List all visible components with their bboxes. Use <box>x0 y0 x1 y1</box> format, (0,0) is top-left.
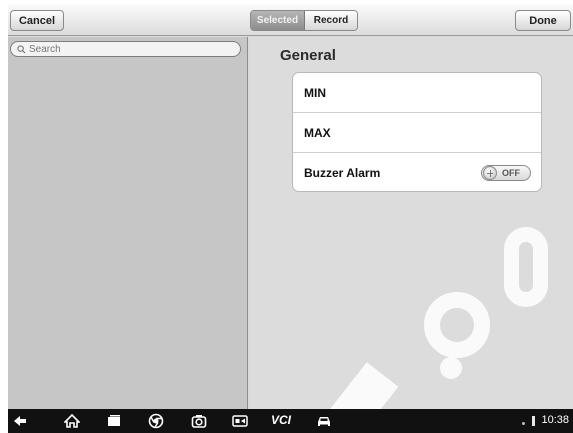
watermark-dot <box>440 357 462 379</box>
search-field[interactable] <box>10 41 241 57</box>
recent-apps-icon[interactable] <box>106 413 122 429</box>
camera-icon[interactable] <box>191 413 207 429</box>
watermark-circle <box>424 292 490 358</box>
watermark-stroke <box>504 227 548 307</box>
row-buzzer-alarm: Buzzer Alarm OFF <box>293 153 541 193</box>
clock: 10:38 <box>541 414 569 426</box>
toggle-state: OFF <box>502 168 520 178</box>
settings-card: MIN MAX Buzzer Alarm OFF <box>292 72 542 192</box>
tab-selected[interactable]: Selected <box>251 11 305 30</box>
signal-icon <box>532 416 535 426</box>
row-max[interactable]: MAX <box>293 113 541 153</box>
row-label: MAX <box>304 125 331 140</box>
segmented-control: Selected Record <box>250 10 358 31</box>
settings-pane: General MIN MAX Buzzer Alarm OFF <box>249 37 573 433</box>
row-min[interactable]: MIN <box>293 73 541 113</box>
android-nav-bar: VCI 10:38 <box>8 409 573 433</box>
vci-icon[interactable]: VCI <box>271 413 291 427</box>
tab-record[interactable]: Record <box>305 11 357 30</box>
top-toolbar: Cancel Selected Record Done <box>8 4 573 36</box>
toggle-knob-icon <box>483 166 497 180</box>
cancel-button[interactable]: Cancel <box>10 10 64 31</box>
home-icon[interactable] <box>64 413 80 429</box>
screen-mirror-icon[interactable] <box>232 413 248 429</box>
chrome-icon[interactable] <box>148 413 164 429</box>
parameter-list-pane <box>8 37 248 409</box>
search-icon <box>17 44 26 53</box>
notification-dot <box>522 422 525 425</box>
search-input[interactable] <box>29 43 229 55</box>
back-icon[interactable] <box>12 413 28 429</box>
row-label: Buzzer Alarm <box>304 166 381 180</box>
tablet-screen: Cancel Selected Record Done General MIN <box>8 4 573 433</box>
buzzer-alarm-toggle[interactable]: OFF <box>481 165 531 181</box>
section-title: General <box>280 47 336 64</box>
car-icon[interactable] <box>316 413 332 429</box>
done-button[interactable]: Done <box>515 10 571 31</box>
row-label: MIN <box>304 85 326 100</box>
